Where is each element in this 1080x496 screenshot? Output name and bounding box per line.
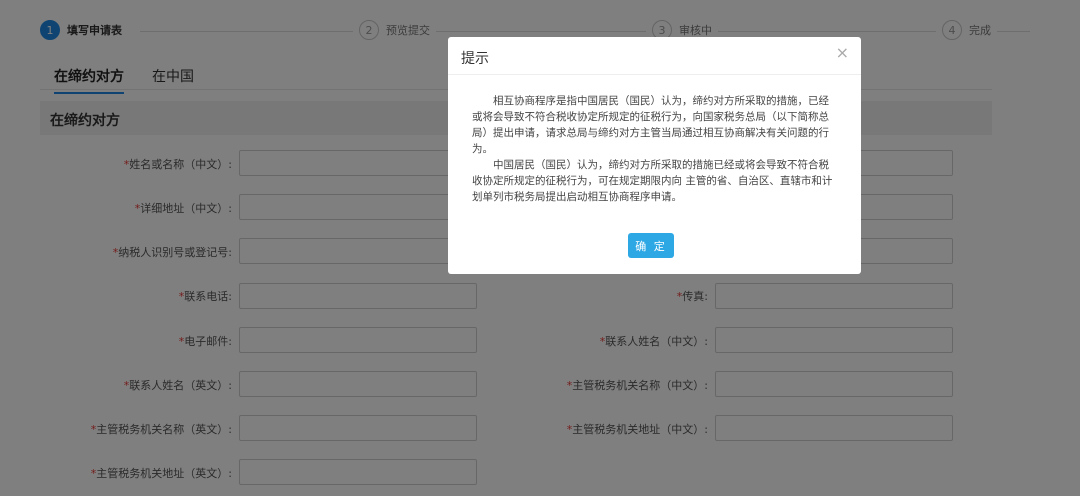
dialog-title: 提示 bbox=[461, 51, 489, 67]
notice-dialog: 提示 × 相互协商程序是指中国居民（国民）认为，缔约对方所采取的措施，已经或将会… bbox=[448, 37, 861, 274]
dialog-paragraph-2: 中国居民（国民）认为，缔约对方所采取的措施已经或将会导致不符合税收协定所规定的征… bbox=[472, 159, 833, 203]
confirm-button[interactable]: 确 定 bbox=[628, 233, 674, 258]
dialog-body: 相互协商程序是指中国居民（国民）认为，缔约对方所采取的措施，已经或将会导致不符合… bbox=[472, 93, 834, 205]
dialog-header: 提示 × bbox=[448, 37, 861, 75]
close-icon[interactable]: × bbox=[836, 45, 849, 61]
dialog-paragraph-1: 相互协商程序是指中国居民（国民）认为，缔约对方所采取的措施，已经或将会导致不符合… bbox=[472, 95, 829, 155]
